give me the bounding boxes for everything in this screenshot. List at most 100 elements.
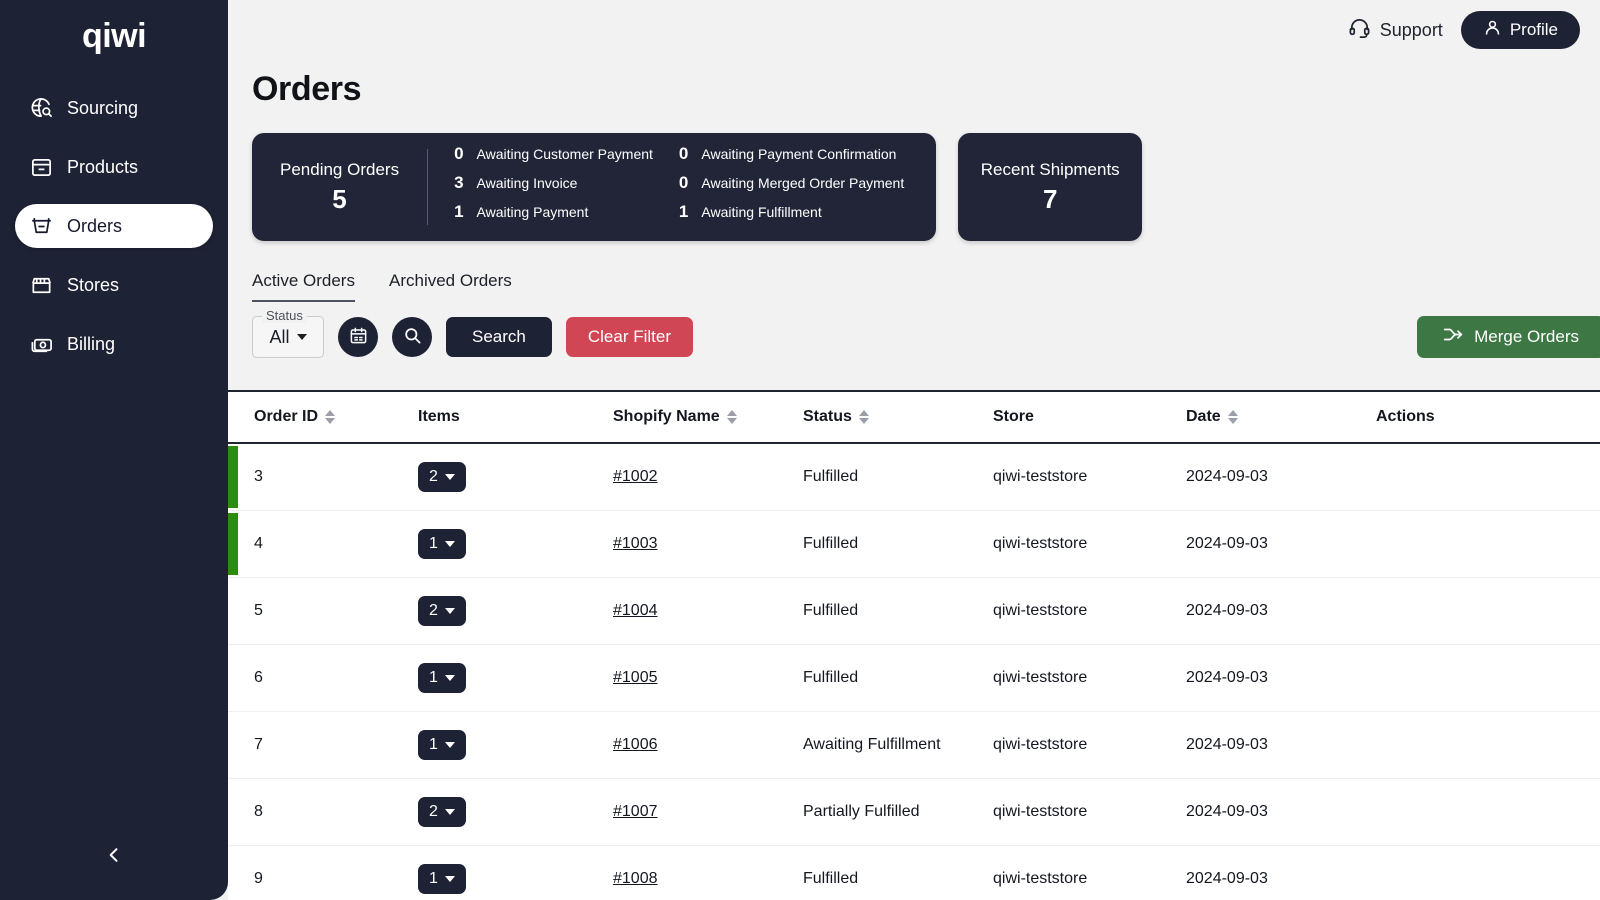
date-picker-button[interactable] (338, 317, 378, 357)
pending-orders-count: 5 (332, 183, 347, 214)
column-label: Actions (1376, 408, 1435, 425)
cell-status: Fulfilled (803, 845, 993, 900)
tab-active-orders[interactable]: Active Orders (252, 271, 355, 302)
column-header-order-id[interactable]: Order ID (228, 392, 418, 444)
globe-search-icon (29, 96, 53, 120)
store-value: qiwi-teststore (993, 468, 1088, 485)
sort-icon[interactable] (325, 410, 336, 424)
shopify-order-link[interactable]: #1007 (613, 803, 658, 820)
cell-actions[interactable] (1376, 778, 1600, 846)
status-value: Fulfilled (803, 668, 859, 686)
items-dropdown[interactable]: 1 (418, 864, 466, 894)
support-label: Support (1379, 19, 1443, 40)
cell-order-id: 3 (228, 443, 418, 511)
status-value: Fulfilled (803, 534, 859, 552)
sidebar-item-stores[interactable]: Stores (15, 263, 213, 307)
cell-actions[interactable] (1376, 845, 1600, 900)
sort-icon[interactable] (1227, 410, 1238, 424)
table-row[interactable]: 8 2 #1007 Partially Fulfilled qiwi-teststore… (228, 778, 1600, 846)
order-id-value: 9 (254, 870, 263, 887)
shopify-order-link[interactable]: #1005 (613, 669, 658, 686)
sort-icon[interactable] (858, 410, 869, 424)
cell-store: qiwi-teststore (993, 845, 1186, 900)
order-id-value: 5 (254, 602, 263, 619)
cell-actions[interactable] (1376, 577, 1600, 645)
column-label: Items (418, 408, 460, 425)
column-header-shopify-name[interactable]: Shopify Name (613, 392, 803, 444)
cell-store: qiwi-teststore (993, 644, 1186, 712)
cell-actions[interactable] (1376, 443, 1600, 511)
chevron-down-icon (444, 675, 455, 681)
items-dropdown[interactable]: 1 (418, 529, 466, 559)
table-row[interactable]: 6 1 #1005 Fulfilled qiwi-teststore 2024-09-03 (228, 644, 1600, 712)
shopify-order-link[interactable]: #1002 (613, 468, 658, 485)
basket-icon (29, 214, 53, 238)
search-button[interactable]: Search (446, 317, 552, 357)
sort-icon[interactable] (726, 410, 737, 424)
column-header-date[interactable]: Date (1186, 392, 1376, 444)
tab-archived-orders[interactable]: Archived Orders (389, 271, 512, 302)
brand-logo: qiwi (81, 17, 147, 55)
sidebar-item-sourcing[interactable]: Sourcing (15, 86, 213, 130)
pending-orders-breakdown: 0 Awaiting Customer Payment 0 Awaiting P… (428, 133, 920, 241)
cell-actions[interactable] (1376, 510, 1600, 578)
stat-count: 3 (454, 172, 464, 192)
cell-date: 2024-09-03 (1186, 845, 1376, 900)
cell-items: 1 (418, 644, 613, 712)
page-title: Orders (252, 70, 362, 108)
merge-orders-button[interactable]: Merge Orders (1417, 316, 1600, 358)
cell-order-id: 4 (228, 510, 418, 578)
cell-shopify-name: #1004 (613, 577, 803, 645)
stat-cards: Pending Orders 5 0 Awaiting Customer Pay… (228, 109, 1600, 241)
table-header-row: Order ID Items Shopify Name Status Store… (228, 392, 1600, 444)
stat-count: 0 (678, 143, 689, 163)
shopify-order-link[interactable]: #1008 (613, 870, 658, 887)
cell-status: Partially Fulfilled (803, 778, 993, 846)
store-icon (29, 273, 53, 297)
date-value: 2024-09-03 (1186, 870, 1268, 887)
table-row[interactable]: 7 1 #1006 Awaiting Fulfillment qiwi-teststor… (228, 711, 1600, 779)
table-row[interactable]: 4 1 #1003 Fulfilled qiwi-teststore 2024-09-03 (228, 510, 1600, 578)
items-dropdown[interactable]: 2 (418, 596, 466, 626)
cell-shopify-name: #1007 (613, 778, 803, 846)
cell-store: qiwi-teststore (993, 778, 1186, 846)
stat-awaiting-customer-payment: 0 Awaiting Customer Payment (454, 144, 653, 173)
shopify-order-link[interactable]: #1006 (613, 736, 658, 753)
cell-shopify-name: #1006 (613, 711, 803, 779)
cell-actions[interactable] (1376, 644, 1600, 712)
table-row[interactable]: 9 1 #1008 Fulfilled qiwi-teststore 2024-09-03 (228, 845, 1600, 900)
app-root: qiwi Sourcing Products Orders Stores Bil… (0, 0, 1600, 900)
table-row[interactable]: 3 2 #1002 Fulfilled qiwi-teststore 2024-09-03 (228, 443, 1600, 511)
support-button[interactable]: Support (1348, 16, 1443, 44)
cell-status: Fulfilled (803, 644, 993, 712)
items-dropdown[interactable]: 1 (418, 663, 466, 693)
cell-date: 2024-09-03 (1186, 644, 1376, 712)
items-dropdown[interactable]: 1 (418, 730, 466, 760)
cell-items: 1 (418, 711, 613, 779)
clear-filter-button[interactable]: Clear Filter (565, 317, 693, 357)
search-icon-button[interactable] (392, 317, 432, 357)
stat-label: Awaiting Payment Confirmation (701, 145, 897, 162)
shopify-order-link[interactable]: #1003 (613, 535, 658, 552)
cell-actions[interactable] (1376, 711, 1600, 779)
profile-button[interactable]: Profile (1460, 11, 1580, 49)
sidebar-collapse-button[interactable] (0, 845, 228, 870)
cell-items: 2 (418, 778, 613, 846)
order-id-value: 6 (254, 669, 263, 686)
chevron-down-icon (444, 876, 455, 882)
stat-count: 1 (454, 201, 464, 221)
column-header-status[interactable]: Status (803, 392, 993, 444)
sidebar-item-billing[interactable]: Billing (15, 322, 213, 366)
items-count: 2 (429, 468, 438, 485)
table-row[interactable]: 5 2 #1004 Fulfilled qiwi-teststore 2024-09-03 (228, 577, 1600, 645)
shopify-order-link[interactable]: #1004 (613, 602, 658, 619)
recent-shipments-count: 7 (1043, 183, 1058, 214)
sidebar-item-orders[interactable]: Orders (15, 204, 213, 248)
sidebar-item-products[interactable]: Products (15, 145, 213, 189)
stat-count: 1 (678, 201, 689, 221)
orders-table-container: Order ID Items Shopify Name Status Store… (228, 390, 1600, 900)
items-dropdown[interactable]: 2 (418, 462, 466, 492)
status-select[interactable]: Status All (252, 308, 324, 358)
date-value: 2024-09-03 (1186, 468, 1268, 485)
items-dropdown[interactable]: 2 (418, 797, 466, 827)
